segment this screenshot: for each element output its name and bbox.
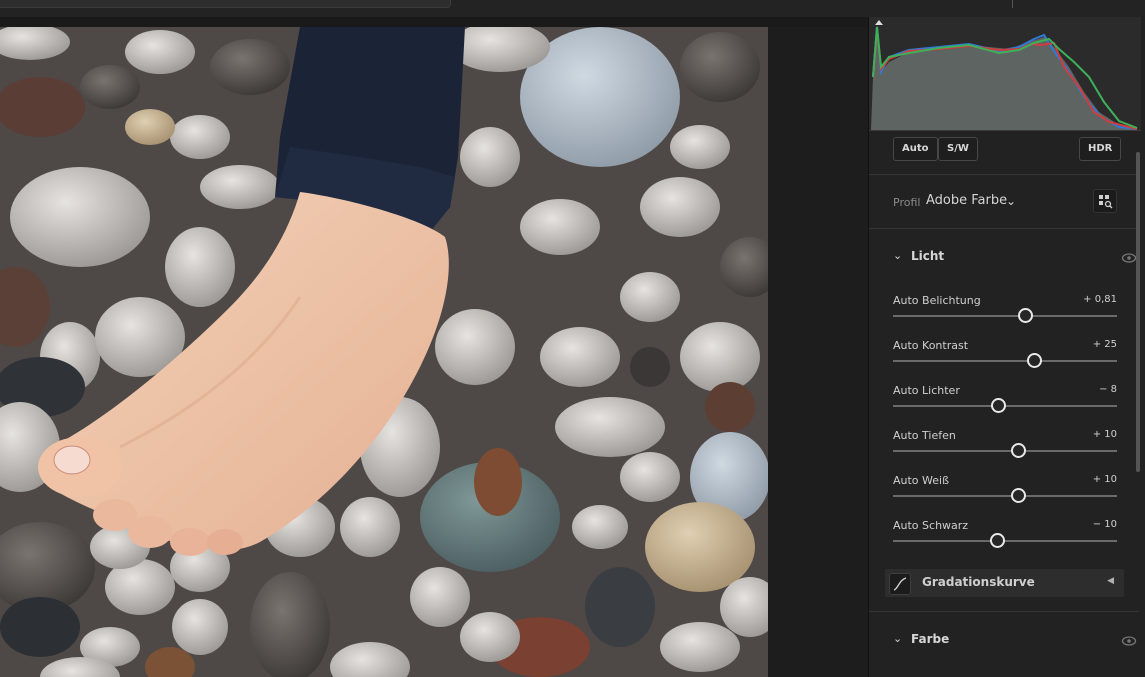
eye-icon[interactable]: [1121, 252, 1137, 264]
chevron-down-icon[interactable]: ⌄: [893, 632, 902, 645]
histogram[interactable]: [869, 17, 1141, 131]
divider: [869, 174, 1139, 175]
profile-browser-button[interactable]: [1093, 189, 1117, 213]
photo-image: [0, 27, 768, 677]
slider-track[interactable]: [893, 315, 1117, 317]
slider-value[interactable]: + 10: [1093, 474, 1117, 485]
slider-track[interactable]: [893, 360, 1117, 362]
slider-thumb[interactable]: [991, 398, 1007, 413]
chevron-down-icon[interactable]: ⌄: [1006, 194, 1016, 208]
slider-value[interactable]: + 25: [1093, 339, 1117, 350]
slider-value[interactable]: + 0,81: [1083, 294, 1117, 305]
auto-button[interactable]: Auto: [893, 137, 938, 161]
top-input-field[interactable]: [0, 0, 451, 8]
slider-exposure[interactable]: Auto Belichtung + 0,81: [893, 294, 1117, 334]
tone-curve-header[interactable]: Gradationskurve ◀: [885, 569, 1124, 597]
slider-blacks[interactable]: Auto Schwarz − 10: [893, 519, 1117, 559]
slider-value[interactable]: − 10: [1093, 519, 1117, 530]
section-light-title: Licht: [911, 249, 945, 263]
profile-value[interactable]: Adobe Farbe: [926, 193, 1007, 208]
quick-buttons: Auto S/W HDR: [869, 137, 1145, 163]
slider-thumb[interactable]: [1027, 353, 1043, 368]
slider-track[interactable]: [893, 450, 1117, 452]
slider-label: Auto Weiß: [893, 474, 950, 487]
chevron-down-icon[interactable]: ⌄: [893, 249, 902, 262]
slider-thumb[interactable]: [1018, 308, 1034, 323]
curve-icon: [889, 573, 911, 595]
divider: [869, 611, 1139, 612]
slider-label: Auto Kontrast: [893, 339, 969, 352]
slider-thumb[interactable]: [1011, 488, 1027, 503]
bw-button[interactable]: S/W: [938, 137, 978, 161]
slider-value[interactable]: + 10: [1093, 429, 1117, 440]
section-light-header[interactable]: ⌄ Licht: [893, 249, 1137, 267]
slider-label: Auto Belichtung: [893, 294, 981, 307]
eye-icon[interactable]: [1121, 635, 1137, 647]
top-toolbar: [0, 0, 1145, 17]
slider-value[interactable]: − 8: [1099, 384, 1117, 395]
slider-thumb[interactable]: [1011, 443, 1027, 458]
slider-label: Auto Lichter: [893, 384, 960, 397]
panel-scrollbar[interactable]: [1136, 152, 1140, 472]
slider-contrast[interactable]: Auto Kontrast + 25: [893, 339, 1117, 379]
section-color-header[interactable]: ⌄ Farbe: [893, 632, 1137, 650]
canvas-side-margin: [768, 27, 868, 677]
slider-thumb[interactable]: [990, 533, 1006, 548]
profile-label: Profil: [893, 196, 921, 209]
section-color-title: Farbe: [911, 632, 950, 646]
slider-shadows[interactable]: Auto Tiefen + 10: [893, 429, 1117, 469]
canvas-top-margin: [0, 17, 868, 27]
collapse-triangle-icon[interactable]: ◀: [1107, 576, 1114, 586]
slider-label: Auto Schwarz: [893, 519, 969, 532]
edit-panel: Auto S/W HDR Profil Adobe Farbe ⌄ ⌄ Lich…: [868, 17, 1145, 677]
tone-curve-title: Gradationskurve: [922, 575, 1035, 589]
histogram-graph: [871, 20, 1138, 130]
divider: [869, 228, 1139, 229]
slider-whites[interactable]: Auto Weiß + 10: [893, 474, 1117, 514]
hdr-button[interactable]: HDR: [1079, 137, 1122, 161]
slider-track[interactable]: [893, 495, 1117, 497]
photo-canvas[interactable]: [0, 27, 768, 677]
slider-highlights[interactable]: Auto Lichter − 8: [893, 384, 1117, 424]
toolbar-separator: [1012, 0, 1013, 8]
slider-label: Auto Tiefen: [893, 429, 956, 442]
grid-search-icon: [1099, 195, 1113, 209]
